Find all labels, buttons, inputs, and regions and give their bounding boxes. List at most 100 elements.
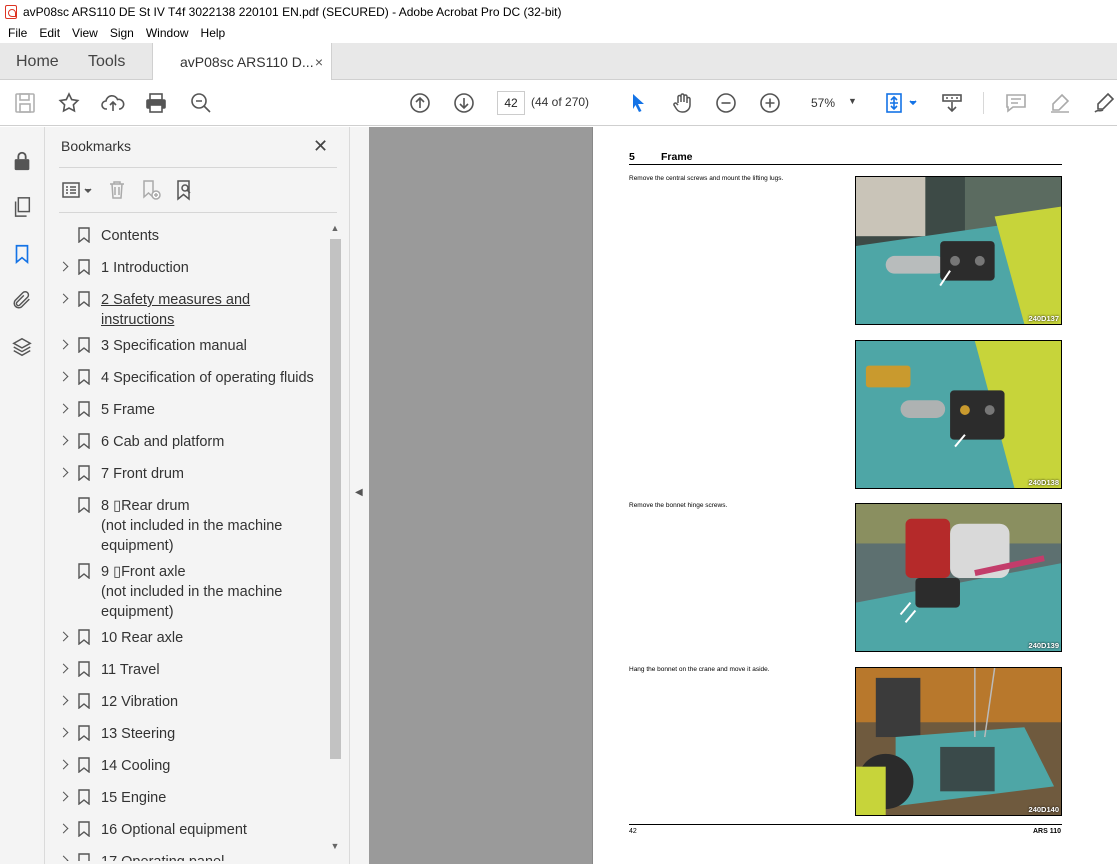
layers-icon[interactable]	[10, 335, 34, 359]
photo-caption: 240D140	[1028, 805, 1059, 814]
bookmark-icon[interactable]	[10, 242, 34, 266]
title-bar: avP08sc ARS110 DE St IV T4f 3022138 2201…	[0, 0, 1117, 23]
scroll-mode-icon[interactable]	[939, 90, 965, 116]
photo-caption: 240D138	[1028, 478, 1059, 487]
lock-icon[interactable]	[10, 149, 34, 173]
photo-bonnet-crane: 240D140	[855, 667, 1062, 816]
new-bookmark-icon[interactable]	[139, 178, 163, 202]
bookmark-label: 1 Introduction	[101, 260, 189, 276]
chevron-right-icon[interactable]	[59, 790, 69, 804]
tab-home[interactable]: Home	[16, 43, 59, 80]
bookmark-list: Contents 1 Introduction 2 Safety measure…	[45, 221, 328, 861]
panel-splitter[interactable]: ◀	[350, 127, 369, 864]
chevron-right-icon[interactable]	[59, 726, 69, 740]
chevron-right-icon[interactable]	[59, 260, 69, 274]
options-menu-icon[interactable]	[61, 178, 95, 202]
document-view[interactable]: 5 Frame Remove the central screws and mo…	[369, 127, 1117, 864]
menu-sign[interactable]: Sign	[104, 26, 140, 40]
pages-icon[interactable]	[10, 195, 34, 219]
menu-bar: File Edit View Sign Window Help	[0, 23, 1117, 43]
attachment-icon[interactable]	[10, 288, 34, 312]
bookmark-label: 3 Specification manual	[101, 338, 247, 354]
toolbar: 42 (44 of 270) 57% ▼	[0, 80, 1117, 126]
bookmark-label: 2 Safety measures and instructions	[101, 292, 251, 328]
photo-lug-mounted: 240D138	[855, 340, 1062, 489]
step-text: Remove the bonnet hinge screws.	[629, 502, 728, 509]
highlight-icon[interactable]	[1047, 90, 1073, 116]
chevron-right-icon[interactable]	[59, 758, 69, 772]
scroll-down-icon[interactable]: ▼	[330, 841, 340, 851]
chevron-right-icon[interactable]	[59, 434, 69, 448]
photo-lifting-lug: 240D137	[855, 176, 1062, 325]
tab-tools[interactable]: Tools	[88, 43, 125, 80]
menu-file[interactable]: File	[2, 26, 33, 40]
bookmark-icon	[78, 291, 90, 308]
photo-caption: 240D139	[1028, 641, 1059, 650]
chevron-right-icon[interactable]	[59, 662, 69, 676]
bookmark-icon	[78, 821, 90, 838]
footer-model: ARS 110	[1032, 828, 1061, 835]
delete-icon[interactable]	[105, 178, 129, 202]
previous-page-icon[interactable]	[407, 90, 433, 116]
chevron-down-icon: ▼	[848, 96, 857, 106]
bookmark-label: 9 ▯Front axle (not included in the machi…	[101, 564, 283, 620]
bookmark-label: 16 Optional equipment	[101, 822, 247, 838]
chevron-right-icon[interactable]	[59, 694, 69, 708]
select-pointer-icon[interactable]	[625, 90, 651, 116]
zoom-out-icon[interactable]	[713, 90, 739, 116]
bookmark-icon	[78, 465, 90, 482]
zoom-select[interactable]: 57% ▼	[802, 91, 864, 115]
save-icon[interactable]	[12, 90, 38, 116]
chevron-right-icon[interactable]	[59, 822, 69, 836]
find-bookmark-icon[interactable]	[173, 178, 197, 202]
menu-window[interactable]: Window	[140, 26, 195, 40]
star-icon[interactable]	[56, 90, 82, 116]
bookmark-icon	[78, 259, 90, 276]
chevron-right-icon[interactable]	[59, 338, 69, 352]
bookmarks-scrollbar[interactable]: ▲ ▼	[328, 221, 342, 857]
bookmark-icon	[78, 369, 90, 386]
scrollbar-thumb[interactable]	[330, 239, 341, 759]
divider	[59, 212, 337, 213]
comment-icon[interactable]	[1003, 90, 1029, 116]
window-title: avP08sc ARS110 DE St IV T4f 3022138 2201…	[23, 4, 562, 19]
search-zoom-icon[interactable]	[188, 90, 214, 116]
bookmark-label: 15 Engine	[101, 790, 167, 806]
collapse-panel-icon[interactable]: ◀	[355, 487, 363, 498]
menu-help[interactable]: Help	[195, 26, 232, 40]
section-number: 5	[629, 151, 635, 163]
sign-icon[interactable]	[1091, 90, 1117, 116]
bookmark-label: 14 Cooling	[101, 758, 171, 774]
bookmark-icon	[78, 433, 90, 450]
menu-edit[interactable]: Edit	[33, 26, 66, 40]
tab-document[interactable]: avP08sc ARS110 D... ×	[152, 43, 332, 81]
menu-view[interactable]: View	[66, 26, 104, 40]
bookmark-label: 4 Specification of operating fluids	[101, 370, 314, 386]
bookmark-label: 5 Frame	[101, 402, 155, 418]
next-page-icon[interactable]	[451, 90, 477, 116]
tab-bar: Home Tools avP08sc ARS110 D... ×	[0, 43, 1117, 81]
fit-page-icon[interactable]	[884, 90, 920, 116]
upload-icon[interactable]	[100, 90, 126, 116]
scroll-up-icon[interactable]: ▲	[330, 223, 340, 233]
chevron-right-icon[interactable]	[59, 292, 69, 306]
bookmark-label: 6 Cab and platform	[101, 434, 225, 450]
page-number-input[interactable]: 42	[497, 91, 525, 115]
print-icon[interactable]	[143, 90, 169, 116]
chevron-right-icon[interactable]	[59, 854, 69, 861]
bookmark-icon	[78, 227, 90, 244]
close-tab-icon[interactable]: ×	[315, 54, 323, 70]
close-icon[interactable]: ✕	[313, 136, 328, 157]
zoom-in-icon[interactable]	[757, 90, 783, 116]
bookmark-icon	[78, 401, 90, 418]
chevron-right-icon[interactable]	[59, 630, 69, 644]
photo-hinge-screws: 240D139	[855, 503, 1062, 652]
tab-document-label: avP08sc ARS110 D...	[180, 54, 314, 70]
chevron-right-icon[interactable]	[59, 466, 69, 480]
bookmark-icon	[78, 789, 90, 806]
hand-icon[interactable]	[669, 90, 695, 116]
chevron-right-icon[interactable]	[59, 402, 69, 416]
chevron-right-icon[interactable]	[59, 370, 69, 384]
bookmark-icon	[78, 693, 90, 710]
page-count: (44 of 270)	[531, 95, 590, 109]
